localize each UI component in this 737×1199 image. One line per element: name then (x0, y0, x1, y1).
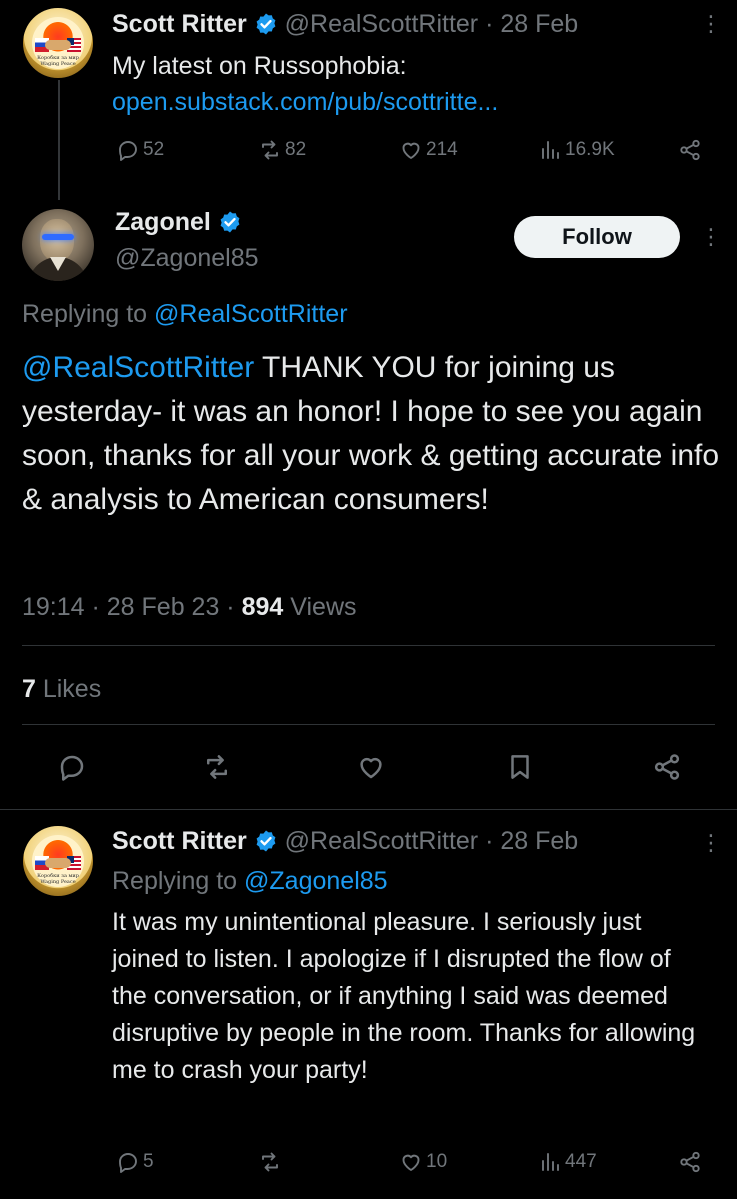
repost-button[interactable] (202, 752, 232, 782)
author-name[interactable]: Zagonel (115, 208, 211, 236)
repost-icon (207, 755, 227, 779)
verified-badge-icon (254, 829, 278, 853)
reply-icon (119, 1153, 137, 1173)
reply-button[interactable]: 5 (116, 1150, 154, 1174)
tweet-date[interactable]: · 28 Feb (485, 827, 578, 855)
glowing-eyes (42, 234, 74, 240)
verified-badge-icon (254, 12, 278, 36)
more-icon[interactable]: ⋮ (700, 13, 722, 35)
views-button[interactable]: 447 (538, 1150, 597, 1174)
replying-to-label: Replying to (22, 300, 155, 328)
tweet-text: My latest on Russophobia: (112, 52, 407, 80)
views-icon (542, 141, 559, 159)
more-icon[interactable]: ⋮ (700, 832, 722, 854)
mention-link[interactable]: @RealScottRitter (22, 351, 254, 384)
replying-to-label: Replying to (112, 867, 245, 895)
repost-button[interactable]: 82 (258, 138, 306, 162)
tweet-header: Scott Ritter @RealScottRitter · 28 Feb (112, 825, 578, 857)
handshake-icon (45, 858, 71, 868)
tweet-header: Scott Ritter @RealScottRitter · 28 Feb (112, 8, 578, 40)
share-icon (680, 139, 700, 161)
share-icon (654, 754, 680, 780)
reply-icon (119, 141, 137, 161)
thread-connector-line (58, 80, 60, 200)
share-button[interactable] (652, 752, 682, 782)
likes-summary[interactable]: 7 Likes (22, 672, 101, 706)
verified-badge-icon (218, 209, 242, 233)
like-count: 10 (426, 1151, 448, 1172)
repost-icon (262, 140, 278, 160)
author-handle[interactable]: @RealScottRitter (285, 10, 479, 38)
reply-count: 5 (143, 1151, 154, 1172)
more-icon[interactable]: ⋮ (700, 226, 722, 248)
bookmark-icon (511, 755, 529, 779)
repost-icon (262, 1152, 278, 1172)
reply-button[interactable]: 52 (116, 138, 164, 162)
like-button[interactable]: 214 (399, 138, 458, 162)
section-divider (0, 809, 737, 810)
like-icon (402, 142, 420, 159)
views-label: Views (283, 593, 357, 621)
views-button[interactable]: 16.9K (538, 138, 615, 162)
author-handle[interactable]: @Zagonel85 (115, 241, 259, 275)
share-icon (680, 1151, 700, 1173)
like-icon (402, 1154, 420, 1171)
likes-label: Likes (35, 675, 102, 703)
replying-to: Replying to @Zagonel85 (112, 864, 388, 898)
divider (22, 724, 715, 725)
views-icon (542, 1153, 559, 1171)
author-name[interactable]: Scott Ritter (112, 10, 247, 38)
reply-count: 52 (143, 139, 165, 160)
follow-button[interactable]: Follow (514, 216, 680, 258)
avatar-caption: Коробки за мир Waging Peace (37, 55, 79, 67)
repost-button[interactable] (258, 1150, 285, 1174)
handshake-icon (45, 40, 71, 50)
like-button[interactable]: 10 (399, 1150, 447, 1174)
avatar-caption: Коробки за мир Waging Peace (37, 873, 79, 885)
view-count: 447 (565, 1151, 597, 1172)
share-button[interactable] (678, 138, 702, 162)
like-button[interactable] (356, 752, 386, 782)
avatar[interactable]: Коробки за мир Waging Peace (23, 8, 93, 78)
share-button[interactable] (678, 1150, 702, 1174)
replying-to-handle[interactable]: @RealScottRitter (154, 300, 348, 328)
tweet-meta: 19:14 · 28 Feb 23 · 894 Views (22, 590, 357, 624)
avatar[interactable]: Коробки за мир Waging Peace (23, 826, 93, 896)
reply-icon (60, 755, 84, 781)
author-name[interactable]: Scott Ritter (112, 827, 247, 855)
bookmark-button[interactable] (505, 752, 535, 782)
author-line: Zagonel (115, 205, 242, 239)
tweet-date[interactable]: · 28 Feb (485, 10, 578, 38)
tweet-text: @RealScottRitter THANK YOU for joining u… (22, 346, 722, 522)
views-count: 894 (241, 593, 284, 621)
view-count: 16.9K (565, 139, 615, 160)
replying-to: Replying to @RealScottRitter (22, 297, 348, 331)
tweet-text: It was my unintentional pleasure. I seri… (112, 908, 696, 1084)
divider (22, 645, 715, 646)
tweet-timestamp[interactable]: 19:14 · 28 Feb 23 · (22, 593, 242, 621)
repost-count: 82 (285, 139, 307, 160)
avatar-face (40, 219, 74, 261)
tweet-link[interactable]: open.substack.com/pub/scottritte... (112, 82, 498, 122)
likes-count: 7 (22, 675, 36, 703)
like-count: 214 (426, 139, 458, 160)
reply-button[interactable] (57, 752, 87, 782)
replying-to-handle[interactable]: @Zagonel85 (244, 867, 388, 895)
avatar[interactable] (22, 209, 94, 281)
like-icon (360, 757, 382, 779)
author-handle[interactable]: @RealScottRitter (285, 827, 479, 855)
